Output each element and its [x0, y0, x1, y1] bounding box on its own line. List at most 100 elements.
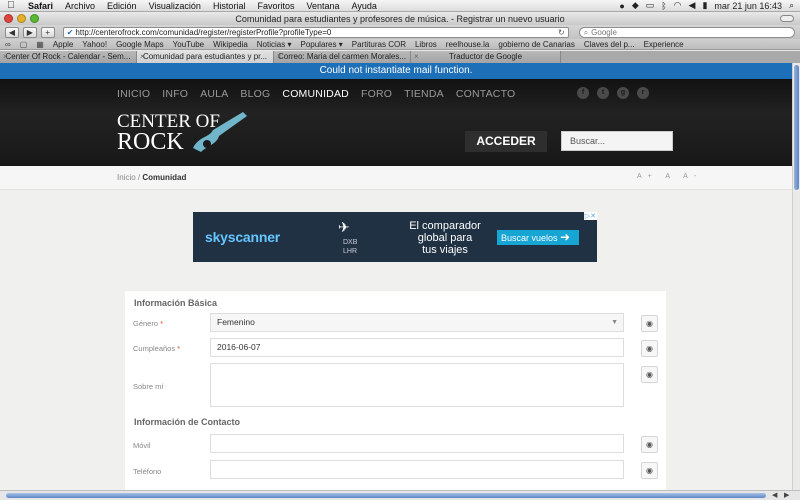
nav-tienda[interactable]: TIENDA	[404, 88, 444, 100]
address-bar[interactable]: ✔ http://centerofrock.com/comunidad/regi…	[62, 26, 569, 38]
bookmark-partituras[interactable]: Partituras COR	[352, 40, 406, 49]
nav-info[interactable]: INFO	[162, 88, 188, 100]
skype-icon[interactable]: ●	[619, 1, 624, 11]
nav-comunidad[interactable]: COMUNIDAD	[282, 88, 349, 100]
reading-list-icon[interactable]: ∞	[5, 40, 11, 49]
bookmark-gobierno[interactable]: gobierno de Canarias	[498, 40, 575, 49]
bookmark-claves[interactable]: Claves del p...	[584, 40, 635, 49]
bookmark-libros[interactable]: Libros	[415, 40, 437, 49]
bookmark-experience[interactable]: Experience	[644, 40, 684, 49]
privacy-globe-icon[interactable]: ◉	[641, 340, 658, 357]
ad-cta-button[interactable]: Buscar vuelos ➜	[497, 230, 579, 245]
close-window-button[interactable]	[4, 14, 13, 23]
wifi-icon[interactable]: ◠	[674, 0, 682, 11]
toolbar-toggle-button[interactable]	[780, 15, 794, 22]
birthday-input[interactable]: 2016-06-07	[210, 338, 624, 357]
tab-comunidad[interactable]: × Comunidad para estudiantes y pr...	[137, 51, 274, 63]
bookmark-apple[interactable]: Apple	[53, 40, 73, 49]
close-tab-icon[interactable]: ×	[140, 51, 145, 63]
site-logo[interactable]: CENTER OF ROCK	[117, 112, 247, 154]
tab-traductor[interactable]: × Traductor de Google	[411, 51, 561, 63]
search-icon: ⌕	[583, 27, 589, 37]
minimize-window-button[interactable]	[17, 14, 26, 23]
horizontal-scroll-thumb[interactable]	[6, 493, 766, 498]
menu-edicion[interactable]: Edición	[101, 1, 143, 11]
dropbox-icon[interactable]: ◆	[632, 0, 639, 11]
bookmark-wikipedia[interactable]: Wikipedia	[213, 40, 248, 49]
bookmarks-book-icon[interactable]: ▢	[20, 40, 28, 49]
google-plus-icon[interactable]: g	[617, 87, 629, 99]
airplane-icon: ✈	[338, 219, 350, 235]
bookmark-youtube[interactable]: YouTube	[173, 40, 204, 49]
login-button[interactable]: ACCEDER	[465, 131, 547, 152]
rss-icon[interactable]: r	[637, 87, 649, 99]
address-bar-url: http://centerofrock.com/comunidad/regist…	[75, 27, 332, 37]
close-tab-icon[interactable]: ×	[414, 51, 419, 63]
mobile-label: Móvil	[133, 441, 151, 450]
adchoices-icon[interactable]: ▷✕	[583, 212, 597, 220]
scroll-right-icon[interactable]: ▶	[784, 491, 789, 500]
forward-button[interactable]: ▶	[22, 26, 37, 38]
main-nav: INICIO INFO AULA BLOG COMUNIDAD FORO TIE…	[117, 88, 515, 100]
menu-historial[interactable]: Historial	[207, 1, 252, 11]
bookmark-yahoo[interactable]: Yahoo!	[82, 40, 107, 49]
bookmark-noticias[interactable]: Noticias ▾	[257, 40, 292, 49]
close-tab-icon[interactable]: ×	[277, 51, 282, 63]
bookmark-populares[interactable]: Populares ▾	[300, 40, 342, 49]
facebook-icon[interactable]: f	[577, 87, 589, 99]
site-search-input[interactable]: Buscar...	[561, 131, 673, 151]
browser-toolbar: ◀ ▶ + ✔ http://centerofrock.com/comunida…	[0, 25, 800, 39]
menu-favoritos[interactable]: Favoritos	[251, 1, 300, 11]
skyscanner-ad[interactable]: skyscanner ✈ DXB LHR El comparador globa…	[193, 212, 597, 262]
battery-icon[interactable]: ▮	[702, 0, 707, 11]
gender-select[interactable]: Femenino ▼	[210, 313, 624, 332]
privacy-globe-icon[interactable]: ◉	[641, 436, 658, 453]
tab-bar: × Center Of Rock - Calendar - Sem... × Com…	[0, 51, 800, 63]
search-field[interactable]: ⌕ Google	[578, 26, 795, 38]
mobile-input[interactable]	[210, 434, 624, 453]
nav-inicio[interactable]: INICIO	[117, 88, 150, 100]
breadcrumb-home[interactable]: Inicio	[117, 173, 136, 182]
nav-blog[interactable]: BLOG	[240, 88, 270, 100]
birthday-label: Cumpleaños *	[133, 344, 181, 353]
vertical-scroll-thumb[interactable]	[794, 65, 799, 190]
zoom-window-button[interactable]	[30, 14, 39, 23]
vertical-scrollbar[interactable]	[792, 63, 800, 490]
back-button[interactable]: ◀	[5, 26, 19, 38]
tab-correo[interactable]: × Correo: Maria del carmen Morales...	[274, 51, 411, 63]
menu-archivo[interactable]: Archivo	[59, 1, 101, 11]
ad-brand: skyscanner	[205, 229, 281, 245]
monitor-icon[interactable]: ▭	[646, 0, 655, 11]
tab-calendar[interactable]: × Center Of Rock - Calendar - Sem...	[0, 51, 137, 63]
bookmark-google-maps[interactable]: Google Maps	[116, 40, 164, 49]
twitter-icon[interactable]: t	[597, 87, 609, 99]
bluetooth-icon[interactable]: ᛒ	[661, 1, 666, 11]
spotlight-icon[interactable]: ⌕	[789, 0, 794, 11]
menu-ventana[interactable]: Ventana	[300, 1, 345, 11]
menu-visualizacion[interactable]: Visualización	[143, 1, 207, 11]
privacy-globe-icon[interactable]: ◉	[641, 462, 658, 479]
bookmark-reelhouse[interactable]: reelhouse.la	[446, 40, 490, 49]
privacy-globe-icon[interactable]: ◉	[641, 315, 658, 332]
top-sites-icon[interactable]: ▦	[36, 40, 44, 49]
window-titlebar: Comunidad para estudiantes y profesores …	[0, 12, 800, 25]
os-menubar:  Safari Archivo Edición Visualización H…	[0, 0, 800, 12]
add-bookmark-button[interactable]: +	[40, 26, 55, 38]
menu-safari[interactable]: Safari	[22, 1, 59, 11]
scroll-left-icon[interactable]: ◀	[772, 491, 777, 500]
about-label: Sobre mí	[133, 382, 164, 391]
phone-input[interactable]	[210, 460, 624, 479]
nav-contacto[interactable]: CONTACTO	[456, 88, 516, 100]
about-textarea[interactable]	[210, 363, 624, 407]
apple-icon[interactable]: 	[0, 0, 22, 11]
nav-foro[interactable]: FORO	[361, 88, 392, 100]
nav-aula[interactable]: AULA	[200, 88, 228, 100]
menu-ayuda[interactable]: Ayuda	[346, 1, 383, 11]
close-tab-icon[interactable]: ×	[3, 51, 8, 63]
reload-icon[interactable]: ↻	[558, 28, 568, 37]
font-size-controls[interactable]: A+ A A-	[637, 173, 702, 180]
menubar-clock[interactable]: mar 21 jun 16:43	[714, 1, 782, 11]
horizontal-scrollbar[interactable]: ◀ ▶	[0, 490, 800, 500]
volume-icon[interactable]: ◀	[689, 0, 696, 11]
privacy-globe-icon[interactable]: ◉	[641, 366, 658, 383]
